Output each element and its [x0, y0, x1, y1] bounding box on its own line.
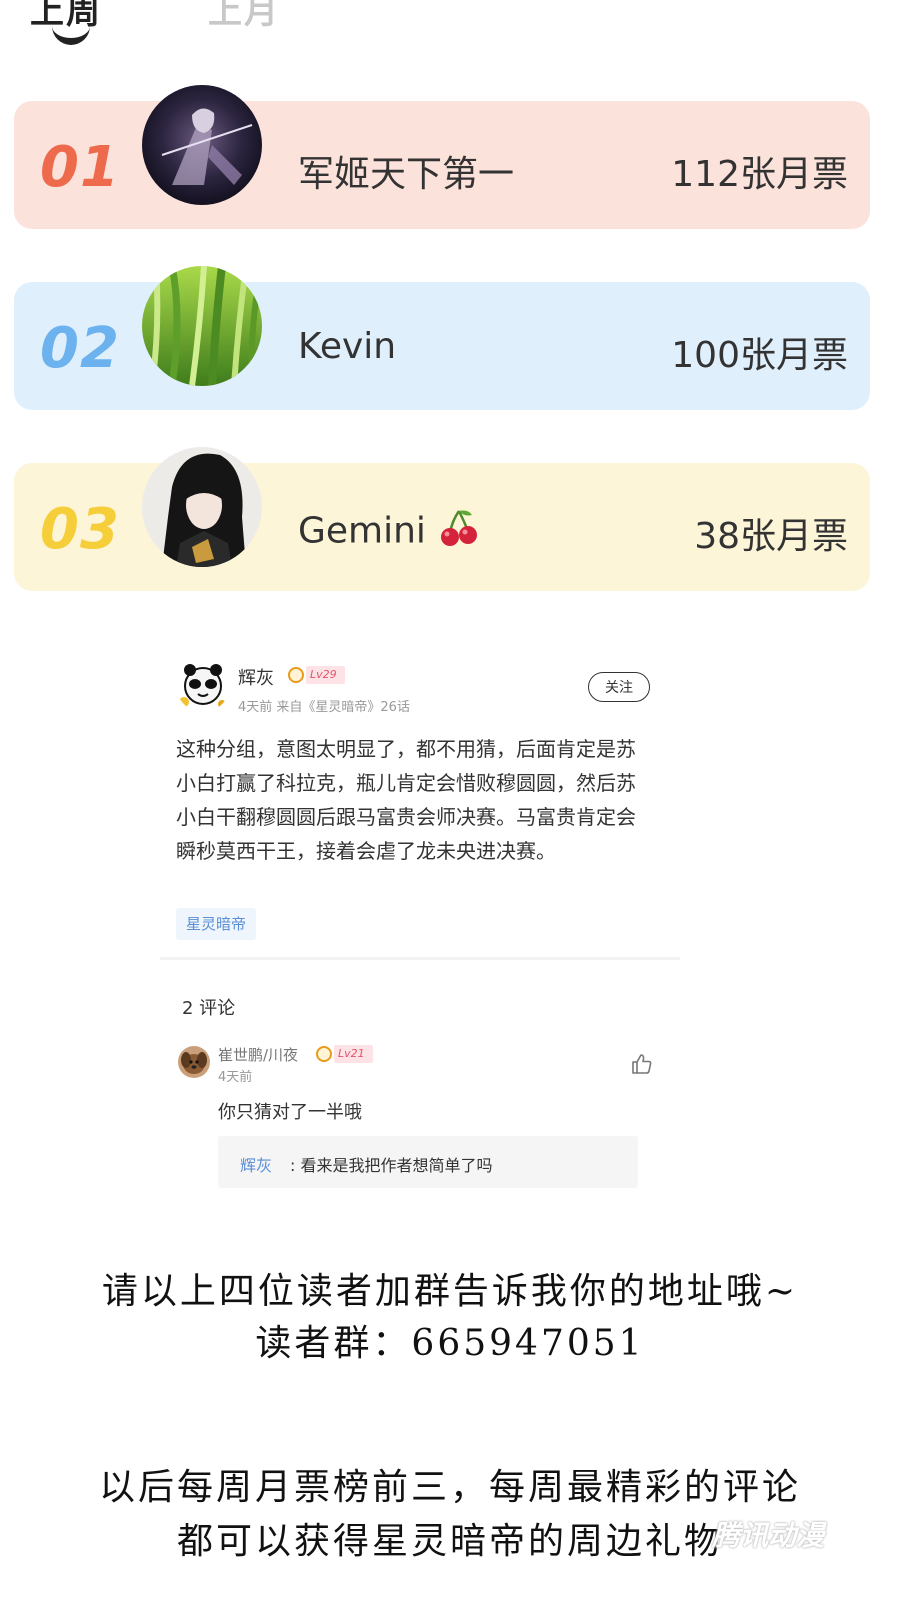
comment-username[interactable]: 辉灰 [238, 664, 274, 690]
ranking-row-1: 01 军姬天下第一 112张月票 [14, 85, 870, 229]
reply-time: 4天前 [218, 1070, 253, 1085]
rank-number: 03 [40, 497, 120, 562]
level-text: Lv29 [306, 666, 345, 684]
level-text: Lv21 [334, 1045, 373, 1063]
sub-reply-text: : 看来是我把作者想简单了吗 [290, 1156, 493, 1175]
monthly-ticket-count: 112张月票 [671, 154, 848, 195]
avatar[interactable] [142, 85, 262, 205]
avatar[interactable] [178, 1046, 210, 1078]
sub-reply[interactable]: 辉灰 : 看来是我把作者想简单了吗 [218, 1136, 638, 1188]
level-badge: Lv21 [316, 1045, 373, 1063]
rank-number: 02 [40, 316, 120, 381]
level-clock-icon [316, 1046, 332, 1062]
monthly-ticket-count: 100张月票 [671, 335, 848, 376]
tab-last-month[interactable]: 上月 [208, 0, 280, 33]
reader-name-text: Gemini [298, 510, 426, 552]
ranking-row-3: 03 Gemini 38张月票 [14, 447, 870, 591]
active-tab-indicator [52, 18, 90, 45]
level-badge: Lv29 [288, 666, 345, 684]
reader-name: Kevin [298, 326, 397, 367]
avatar[interactable] [142, 266, 262, 386]
avatar[interactable] [176, 658, 230, 712]
avatar[interactable] [142, 447, 262, 567]
comment-meta: 4天前 来自《星灵暗帝》26话 [238, 700, 410, 715]
ranking-row-2: 02 Kevin 100张月票 [14, 266, 870, 410]
handwritten-line-3: 以后每周月票榜前三，每周最精彩的评论 [98, 1467, 801, 1508]
watermark-logo: 腾讯动漫 [712, 1519, 825, 1552]
reader-name: Gemini [298, 507, 480, 558]
handwritten-line-2: 读者群：665947051 [255, 1323, 645, 1364]
rank-number: 01 [40, 135, 120, 200]
reply-count: 2 评论 [182, 998, 236, 1019]
comic-tag[interactable]: 星灵暗帝 [176, 908, 257, 940]
comment-card: 辉灰 Lv29 4天前 来自《星灵暗帝》26话 关注 这种分组，意图太明显了，都… [160, 650, 680, 960]
reply-body: 你只猜对了一半哦 [218, 1102, 362, 1123]
thumbs-up-icon[interactable] [630, 1052, 654, 1076]
follow-button[interactable]: 关注 [588, 672, 650, 702]
reader-name: 军姬天下第一 [298, 154, 515, 195]
level-clock-icon [288, 667, 304, 683]
period-tabs: 上周 上月 [30, 0, 430, 45]
divider [160, 957, 680, 960]
comment-body: 这种分组，意图太明显了，都不用猜，后面肯定是苏小白打赢了科拉克，瓶儿肯定会惜败穆… [176, 737, 636, 863]
sub-reply-username[interactable]: 辉灰 [240, 1152, 272, 1176]
cherry-icon [438, 507, 480, 558]
handwritten-line-1: 请以上四位读者加群告诉我你的地址哦~ [101, 1271, 799, 1312]
reply-username[interactable]: 崔世鹏/川夜 [218, 1044, 298, 1065]
monthly-ticket-count: 38张月票 [694, 516, 848, 557]
